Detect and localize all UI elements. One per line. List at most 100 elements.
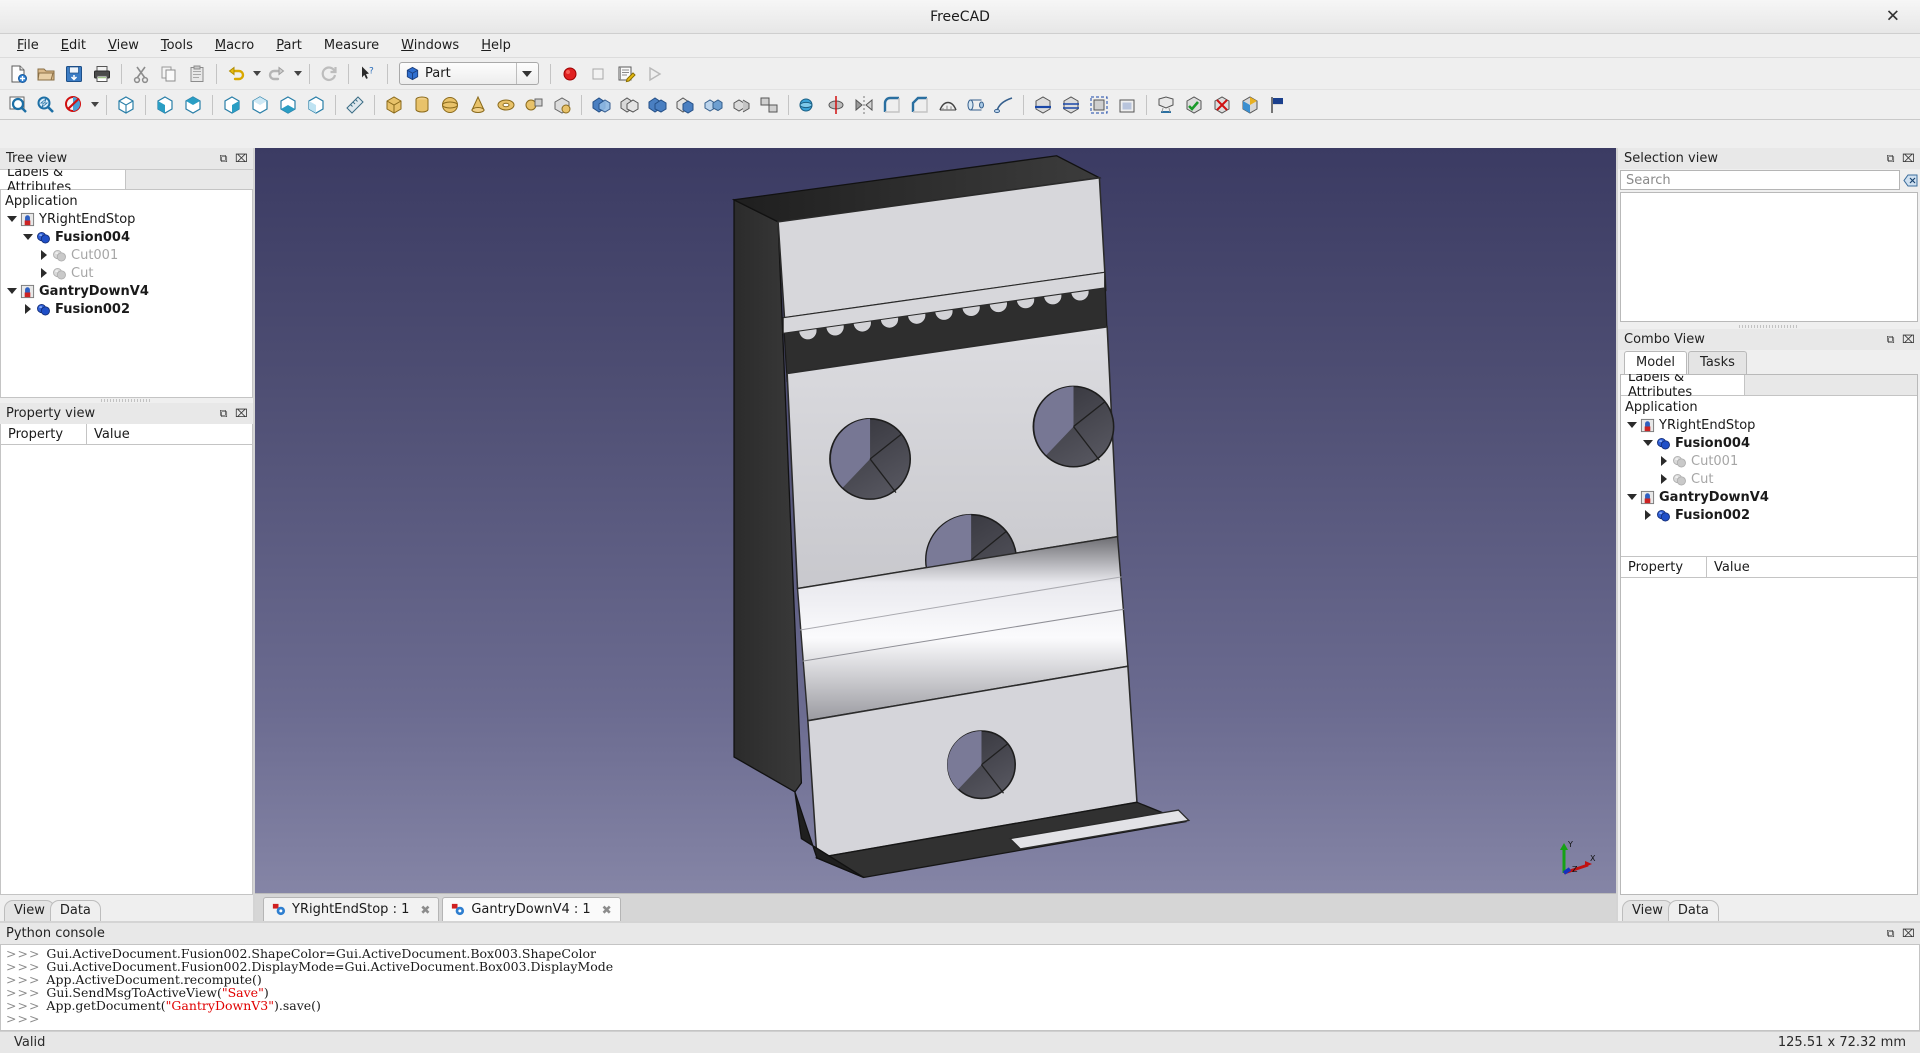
- menu-file[interactable]: File: [6, 35, 50, 56]
- part-sphere-icon[interactable]: [437, 92, 463, 118]
- boolean-icon[interactable]: [588, 92, 614, 118]
- join-connect-icon[interactable]: [700, 92, 726, 118]
- search-input[interactable]: Search: [1620, 170, 1900, 190]
- 3d-model-render[interactable]: [255, 148, 1616, 893]
- chamfer-icon[interactable]: [907, 92, 933, 118]
- undo-icon[interactable]: [223, 61, 249, 87]
- chevron-right-icon[interactable]: [21, 302, 35, 316]
- python-console-float-button[interactable]: ⧉: [1883, 926, 1898, 941]
- document-tab-yrightendstop[interactable]: YRightEndStop : 1 ✖: [263, 897, 440, 921]
- macro-execute-icon[interactable]: [641, 61, 667, 87]
- tab-view[interactable]: View: [4, 900, 55, 921]
- extrude-icon[interactable]: [795, 92, 821, 118]
- tree-item-fusion004[interactable]: Fusion004: [1621, 434, 1917, 452]
- view-top-icon[interactable]: [180, 92, 206, 118]
- part-torus-icon[interactable]: [493, 92, 519, 118]
- undo-dropdown-arrow[interactable]: [250, 61, 263, 87]
- menu-help[interactable]: Help: [470, 35, 522, 56]
- check-geometry-icon[interactable]: [1181, 92, 1207, 118]
- combo-property-table[interactable]: Property Value: [1621, 556, 1917, 894]
- tab-data[interactable]: Data: [49, 900, 101, 921]
- view-right-icon[interactable]: [219, 92, 245, 118]
- clear-search-icon[interactable]: [1902, 171, 1918, 189]
- new-document-icon[interactable]: [5, 61, 31, 87]
- chevron-right-icon[interactable]: [1657, 472, 1671, 486]
- menu-view[interactable]: View: [97, 35, 150, 56]
- combo-property-column-value[interactable]: Value: [1707, 557, 1917, 578]
- view-left-icon[interactable]: [303, 92, 329, 118]
- part-primitives-icon[interactable]: [521, 92, 547, 118]
- chevron-down-icon[interactable]: [516, 63, 536, 84]
- fillet-icon[interactable]: [879, 92, 905, 118]
- open-document-icon[interactable]: [33, 61, 59, 87]
- tree-item-yrightendstop[interactable]: YRightEndStop: [1621, 416, 1917, 434]
- copy-icon[interactable]: [156, 61, 182, 87]
- part-shapebuilder-icon[interactable]: [549, 92, 575, 118]
- ruled-surface-icon[interactable]: [935, 92, 961, 118]
- tree-root-item[interactable]: Application: [1, 192, 252, 210]
- save-document-icon[interactable]: [61, 61, 87, 87]
- menu-part[interactable]: Part: [265, 35, 313, 56]
- print-icon[interactable]: [89, 61, 115, 87]
- chevron-down-icon[interactable]: [1641, 436, 1655, 450]
- defeaturing-icon[interactable]: [1209, 92, 1235, 118]
- window-close-button[interactable]: ✕: [1880, 6, 1906, 27]
- property-table[interactable]: Property Value: [0, 424, 253, 895]
- draw-style-dropdown-arrow[interactable]: [88, 92, 101, 118]
- menu-edit[interactable]: Edit: [50, 35, 97, 56]
- view-isometric-icon[interactable]: [113, 92, 139, 118]
- tree-item-cut[interactable]: Cut: [1621, 470, 1917, 488]
- common-icon[interactable]: [672, 92, 698, 118]
- selection-view-close-button[interactable]: ⌧: [1901, 151, 1916, 166]
- close-icon[interactable]: ✖: [418, 903, 432, 917]
- view-bottom-icon[interactable]: [275, 92, 301, 118]
- tree-item-gantrydownv4[interactable]: GantryDownV4: [1621, 488, 1917, 506]
- macro-edit-icon[interactable]: [613, 61, 639, 87]
- tree-item-fusion004[interactable]: Fusion004: [1, 228, 252, 246]
- property-column-value[interactable]: Value: [87, 424, 252, 445]
- split-icon[interactable]: [728, 92, 754, 118]
- tree-item-cut001[interactable]: Cut001: [1621, 452, 1917, 470]
- whats-this-icon[interactable]: ?: [355, 61, 381, 87]
- combo-view-close-button[interactable]: ⌧: [1901, 332, 1916, 347]
- sweep-icon[interactable]: [991, 92, 1017, 118]
- combo-property-column-property[interactable]: Property: [1621, 557, 1707, 578]
- python-console-close-button[interactable]: ⌧: [1901, 926, 1916, 941]
- draw-style-icon[interactable]: [61, 92, 87, 118]
- refresh-icon[interactable]: [316, 61, 342, 87]
- redo-icon[interactable]: [264, 61, 290, 87]
- menu-macro[interactable]: Macro: [204, 35, 265, 56]
- combo-tree-body[interactable]: Application YRightEndStop Fusion004 Cut001…: [1621, 396, 1917, 556]
- measure-icon[interactable]: [342, 92, 368, 118]
- chevron-right-icon[interactable]: [37, 248, 51, 262]
- selection-view-float-button[interactable]: ⧉: [1883, 151, 1898, 166]
- tree-item-gantrydownv4[interactable]: GantryDownV4: [1, 282, 252, 300]
- menu-tools[interactable]: Tools: [150, 35, 204, 56]
- flag-icon[interactable]: [1265, 92, 1291, 118]
- combo-tab-data[interactable]: Data: [1667, 900, 1719, 921]
- document-tab-gantrydownv4[interactable]: GantryDownV4 : 1 ✖: [442, 897, 621, 921]
- combo-view-float-button[interactable]: ⧉: [1883, 332, 1898, 347]
- chevron-down-icon[interactable]: [5, 284, 19, 298]
- chevron-right-icon[interactable]: [37, 266, 51, 280]
- offset-icon[interactable]: [1086, 92, 1112, 118]
- fit-all-icon[interactable]: [5, 92, 31, 118]
- mirror-icon[interactable]: [851, 92, 877, 118]
- part-cone-icon[interactable]: [465, 92, 491, 118]
- fit-selection-icon[interactable]: [33, 92, 59, 118]
- tree-item-fusion002[interactable]: Fusion002: [1621, 506, 1917, 524]
- tree-item-cut[interactable]: Cut: [1, 264, 252, 282]
- view-front-icon[interactable]: [152, 92, 178, 118]
- paste-icon[interactable]: [184, 61, 210, 87]
- menu-windows[interactable]: Windows: [390, 35, 470, 56]
- tree-item-fusion002[interactable]: Fusion002: [1, 300, 252, 318]
- view-rear-icon[interactable]: [247, 92, 273, 118]
- color-per-face-icon[interactable]: [1237, 92, 1263, 118]
- thickness-icon[interactable]: [1114, 92, 1140, 118]
- menu-measure[interactable]: Measure: [313, 35, 390, 56]
- combo-tab-view[interactable]: View: [1622, 900, 1673, 921]
- redo-dropdown-arrow[interactable]: [291, 61, 304, 87]
- tree-view-float-button[interactable]: ⧉: [216, 151, 231, 166]
- selection-list[interactable]: [1620, 192, 1918, 322]
- loft-icon[interactable]: [963, 92, 989, 118]
